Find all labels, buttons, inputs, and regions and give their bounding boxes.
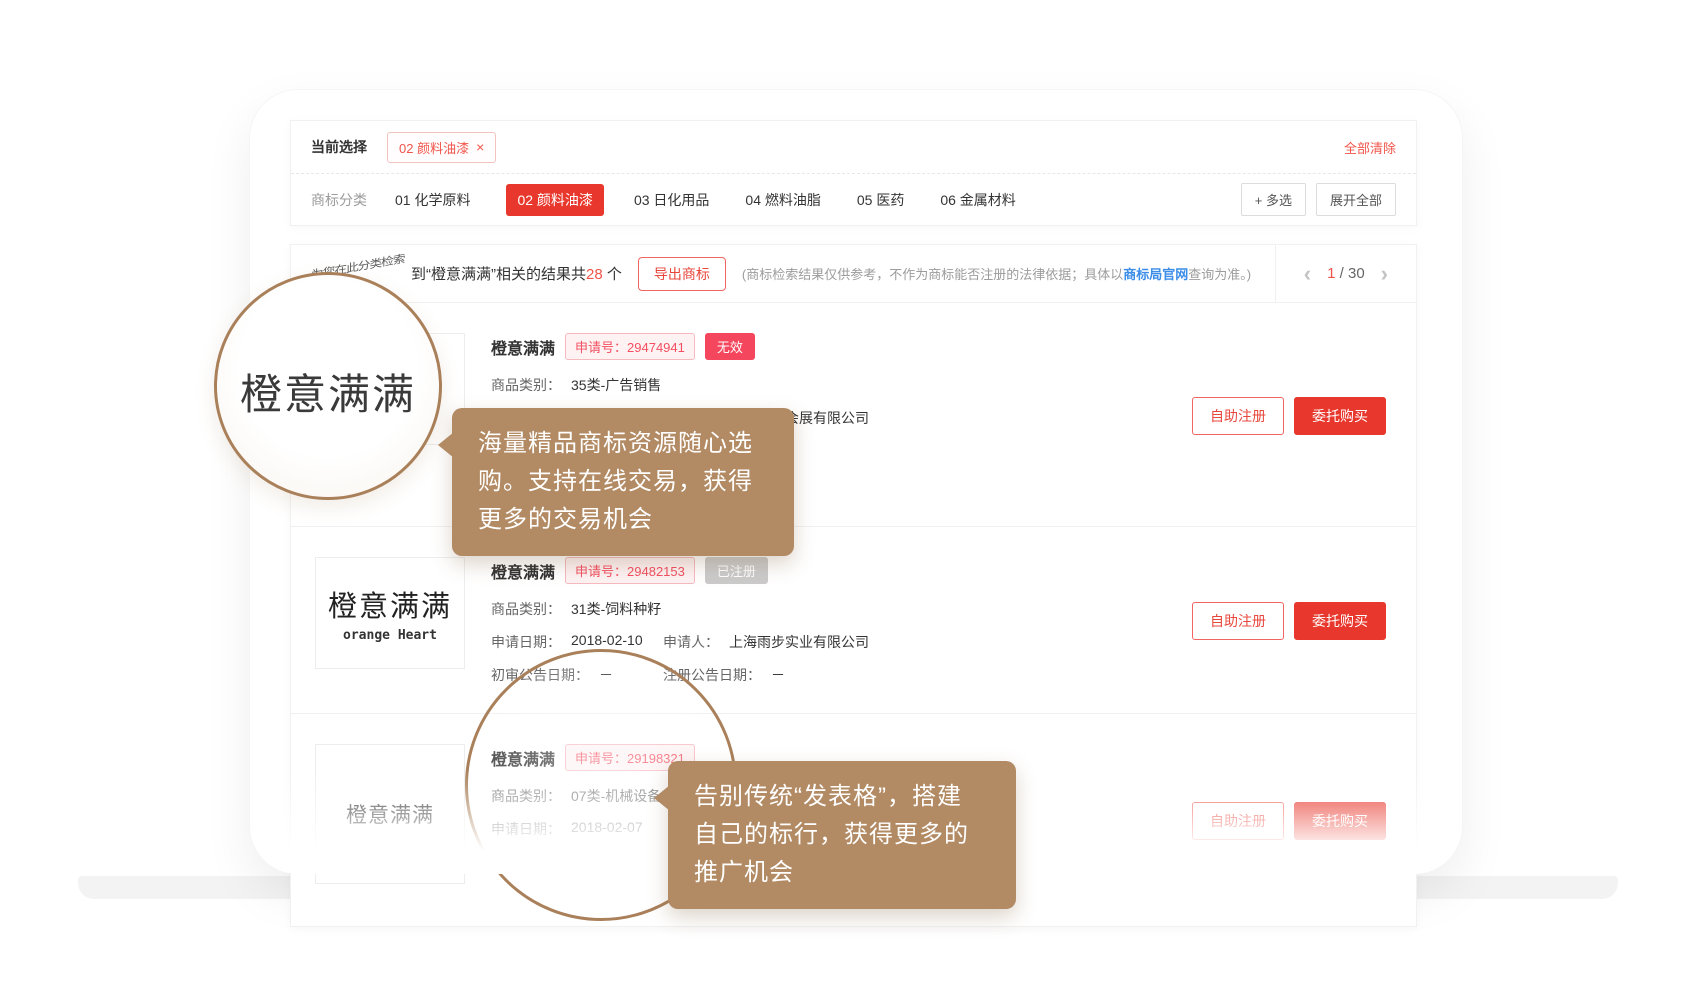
category-row-label: 商标分类 bbox=[311, 190, 367, 210]
page: 当前选择 02 颜料油漆 × 全部清除 商标分类 01 化学原料 02 颜料油漆… bbox=[0, 0, 1696, 1002]
trademark-name: 橙意满满 bbox=[491, 746, 555, 770]
results-count: 28 bbox=[586, 266, 603, 283]
results-disclaimer: (商标检索结果仅供参考，不作为商标能否注册的法律依据；具体以商标局官网查询为准。… bbox=[742, 264, 1251, 283]
entrust-buy-button[interactable]: 委托购买 bbox=[1294, 397, 1386, 435]
field-label: 申请日期： bbox=[491, 632, 561, 652]
application-number-label: 申请号： bbox=[575, 340, 627, 355]
field-label: 申请日期： bbox=[491, 819, 561, 839]
entrust-buy-button[interactable]: 委托购买 bbox=[1294, 602, 1386, 640]
category-item-06[interactable]: 06 金属材料 bbox=[940, 190, 1015, 210]
category-item-04[interactable]: 04 燃料油脂 bbox=[745, 190, 820, 210]
trademark-image[interactable]: 橙意满满 orange Heart bbox=[315, 557, 465, 669]
trademark-image-subtext: orange Heart bbox=[343, 628, 437, 643]
disclaimer-suffix: 查询为准。) bbox=[1188, 267, 1251, 282]
status-badge: 无效 bbox=[705, 333, 755, 360]
field-label: 商品类别： bbox=[491, 599, 561, 619]
selected-filter-tag-label: 02 颜料油漆 bbox=[399, 138, 469, 157]
page-total: 30 bbox=[1348, 265, 1365, 282]
field-value: 2018-10-06 bbox=[599, 852, 671, 872]
results-header: 为您在此分类检索到“橙意满满”相关的结果共28 个 导出商标 (商标检索结果仅供… bbox=[291, 245, 1416, 303]
trademark-image[interactable]: 橙意满满 bbox=[315, 744, 465, 884]
tooltip-line: 更多的交易机会 bbox=[478, 501, 768, 539]
chevron-right-icon[interactable]: › bbox=[1381, 263, 1388, 285]
promo-tooltip-1: 海量精品商标资源随心选 购。支持在线交易，获得 更多的交易机会 bbox=[452, 408, 794, 556]
tooltip-line: 海量精品商标资源随心选 bbox=[478, 425, 768, 463]
field-value: － bbox=[599, 665, 613, 685]
multi-select-button[interactable]: + 多选 bbox=[1241, 183, 1306, 216]
self-register-button[interactable]: 自助注册 bbox=[1192, 397, 1284, 435]
entrust-buy-button[interactable]: 委托购买 bbox=[1294, 802, 1386, 840]
application-number-label: 申请号： bbox=[575, 564, 627, 579]
application-number-badge: 申请号：29474941 bbox=[565, 333, 695, 360]
promo-tooltip-2: 告别传统“发表格”，搭建 自己的标行，获得更多的 推广机会 bbox=[668, 761, 1016, 909]
filter-panel: 当前选择 02 颜料油漆 × 全部清除 商标分类 01 化学原料 02 颜料油漆… bbox=[290, 120, 1417, 226]
status-badge: 已注册 bbox=[705, 557, 768, 584]
close-icon[interactable]: × bbox=[476, 140, 484, 154]
application-number-label: 申请号： bbox=[575, 751, 627, 766]
category-item-05[interactable]: 05 医药 bbox=[857, 190, 904, 210]
trademark-image-text: 橙意满满 bbox=[346, 799, 434, 829]
chevron-left-icon[interactable]: ‹ bbox=[1304, 263, 1311, 285]
category-item-03[interactable]: 03 日化用品 bbox=[634, 190, 709, 210]
field-value: 2018-02-10 bbox=[571, 632, 643, 652]
field-value: 07类-机械设备 bbox=[571, 786, 661, 806]
self-register-button[interactable]: 自助注册 bbox=[1192, 602, 1284, 640]
trademark-name: 橙意满满 bbox=[491, 559, 555, 583]
current-selection-label: 当前选择 bbox=[311, 137, 367, 157]
application-number-value: 29482153 bbox=[627, 564, 685, 579]
page-separator: / bbox=[1340, 265, 1344, 282]
trademark-office-link[interactable]: 商标局官网 bbox=[1123, 267, 1188, 282]
field-value: 31类-饲料种籽 bbox=[571, 599, 661, 619]
application-number-badge: 申请号：29482153 bbox=[565, 557, 695, 584]
results-count-suffix: 个 bbox=[603, 266, 622, 283]
field-value: 上海雨步实业有限公司 bbox=[729, 632, 869, 652]
results-summary-text: 到“橙意满满”相关的结果共 bbox=[411, 266, 586, 283]
field-value: － bbox=[771, 665, 785, 685]
trademark-name: 橙意满满 bbox=[491, 335, 555, 359]
tooltip-line: 告别传统“发表格”，搭建 bbox=[694, 778, 990, 816]
export-trademark-button[interactable]: 导出商标 bbox=[638, 257, 726, 291]
disclaimer-prefix: (商标检索结果仅供参考，不作为商标能否注册的法律依据；具体以 bbox=[742, 267, 1123, 282]
trademark-image-text: 橙意满满 bbox=[328, 583, 452, 625]
page-indicator: 1 / 30 bbox=[1327, 265, 1365, 282]
field-label: 注册公告日期： bbox=[663, 665, 761, 685]
clear-all-link[interactable]: 全部清除 bbox=[1344, 138, 1396, 157]
field-label: 商品类别： bbox=[491, 375, 561, 395]
results-summary: 为您在此分类检索到“橙意满满”相关的结果共28 个 bbox=[311, 263, 622, 284]
field-value: 35类-广告销售 bbox=[571, 375, 661, 395]
expand-all-button[interactable]: 展开全部 bbox=[1316, 183, 1396, 216]
field-label: 初审公告日期： bbox=[491, 665, 589, 685]
tooltip-line: 推广机会 bbox=[694, 854, 990, 892]
app-screen: 当前选择 02 颜料油漆 × 全部清除 商标分类 01 化学原料 02 颜料油漆… bbox=[250, 90, 1462, 874]
application-number-value: 29474941 bbox=[627, 340, 685, 355]
category-row: 商标分类 01 化学原料 02 颜料油漆 03 日化用品 04 燃料油脂 05 … bbox=[291, 173, 1416, 225]
tooltip-line: 自己的标行，获得更多的 bbox=[694, 816, 990, 854]
self-register-button[interactable]: 自助注册 bbox=[1192, 802, 1284, 840]
field-value: 2018-02-07 bbox=[571, 819, 643, 839]
field-label: 申请人： bbox=[663, 632, 719, 652]
field-label: 初审公告日期： bbox=[491, 852, 589, 872]
category-item-02-selected[interactable]: 02 颜料油漆 bbox=[506, 184, 603, 216]
field-label: 商品类别： bbox=[491, 786, 561, 806]
page-current: 1 bbox=[1327, 265, 1335, 282]
pagination: ‹ 1 / 30 › bbox=[1275, 245, 1416, 302]
results-summary-warped: 为您在此分类检索 bbox=[311, 249, 405, 282]
category-item-01[interactable]: 01 化学原料 bbox=[395, 190, 470, 210]
current-selection-row: 当前选择 02 颜料油漆 × 全部清除 bbox=[291, 121, 1416, 173]
tooltip-line: 购。支持在线交易，获得 bbox=[478, 463, 768, 501]
selected-filter-tag[interactable]: 02 颜料油漆 × bbox=[387, 132, 496, 163]
trademark-image[interactable]: 橙意满满 bbox=[315, 333, 465, 445]
trademark-image-text: 橙意满满 bbox=[346, 374, 434, 404]
